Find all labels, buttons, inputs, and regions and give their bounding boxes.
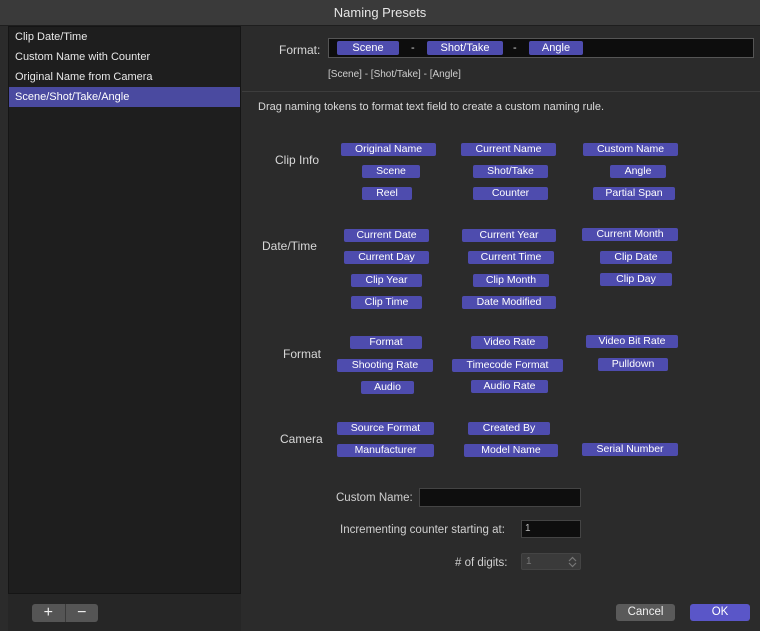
custom-name-field[interactable] xyxy=(419,488,581,507)
token-clip-date[interactable]: Clip Date xyxy=(600,251,672,264)
add-preset-button[interactable]: + xyxy=(32,604,65,622)
preset-list[interactable]: Clip Date/Time Custom Name with Counter … xyxy=(8,26,241,594)
counter-start-field[interactable]: 1 xyxy=(521,520,581,538)
token-manufacturer[interactable]: Manufacturer xyxy=(337,444,434,457)
format-token-scene[interactable]: Scene xyxy=(337,41,399,55)
token-clip-year[interactable]: Clip Year xyxy=(351,274,422,287)
token-counter[interactable]: Counter xyxy=(473,187,548,200)
token-timecode-format[interactable]: Timecode Format xyxy=(452,359,563,372)
preset-item-scene-shot-take-angle[interactable]: Scene/Shot/Take/Angle xyxy=(9,87,240,107)
format-token-shot-take[interactable]: Shot/Take xyxy=(427,41,503,55)
token-serial-number[interactable]: Serial Number xyxy=(582,443,678,456)
window-title: Naming Presets xyxy=(0,0,760,26)
add-remove-control: + − xyxy=(32,604,98,622)
cancel-button[interactable]: Cancel xyxy=(616,604,675,621)
preset-editor: Format: Scene - Shot/Take - Angle [Scene… xyxy=(242,26,760,631)
token-video-rate[interactable]: Video Rate xyxy=(471,336,548,349)
token-shot-take[interactable]: Shot/Take xyxy=(473,165,548,178)
preset-item-clip-date-time[interactable]: Clip Date/Time xyxy=(9,27,240,47)
format-separator: - xyxy=(411,42,415,54)
ok-button[interactable]: OK xyxy=(690,604,750,621)
token-date-modified[interactable]: Date Modified xyxy=(462,296,556,309)
instructions-text: Drag naming tokens to format text field … xyxy=(258,101,605,113)
token-source-format[interactable]: Source Format xyxy=(337,422,434,435)
counter-start-label: Incrementing counter starting at: xyxy=(340,524,505,536)
digits-label: # of digits: xyxy=(455,557,508,569)
format-preview: [Scene] - [Shot/Take] - [Angle] xyxy=(328,69,461,80)
format-field[interactable]: Scene - Shot/Take - Angle xyxy=(328,38,754,58)
token-current-year[interactable]: Current Year xyxy=(462,229,556,242)
token-current-month[interactable]: Current Month xyxy=(582,228,678,241)
format-label: Format: xyxy=(279,43,321,57)
token-original-name[interactable]: Original Name xyxy=(341,143,436,156)
token-shooting-rate[interactable]: Shooting Rate xyxy=(337,359,433,372)
group-label-camera: Camera xyxy=(280,432,323,446)
digits-stepper[interactable]: 1 xyxy=(521,553,581,570)
preset-item-custom-name-counter[interactable]: Custom Name with Counter xyxy=(9,47,240,67)
token-reel[interactable]: Reel xyxy=(362,187,412,200)
custom-name-label: Custom Name: xyxy=(336,492,413,504)
token-pulldown[interactable]: Pulldown xyxy=(598,358,668,371)
group-label-format: Format xyxy=(283,347,322,361)
token-angle[interactable]: Angle xyxy=(610,165,666,178)
token-clip-time[interactable]: Clip Time xyxy=(351,296,422,309)
remove-preset-button[interactable]: − xyxy=(64,604,99,622)
digits-value: 1 xyxy=(526,556,532,567)
divider xyxy=(242,91,760,92)
token-current-time[interactable]: Current Time xyxy=(468,251,554,264)
preset-list-footer: + − xyxy=(8,594,241,631)
group-label-clip-info: Clip Info xyxy=(275,153,320,167)
token-format[interactable]: Format xyxy=(350,336,422,349)
token-created-by[interactable]: Created By xyxy=(468,422,550,435)
token-current-day[interactable]: Current Day xyxy=(344,251,429,264)
token-custom-name[interactable]: Custom Name xyxy=(583,143,678,156)
token-video-bit-rate[interactable]: Video Bit Rate xyxy=(586,335,678,348)
token-current-name[interactable]: Current Name xyxy=(461,143,556,156)
token-current-date[interactable]: Current Date xyxy=(344,229,429,242)
group-label-date-time: Date/Time xyxy=(262,239,317,253)
token-partial-span[interactable]: Partial Span xyxy=(593,187,675,200)
token-clip-day[interactable]: Clip Day xyxy=(600,273,672,286)
format-separator: - xyxy=(513,42,517,54)
token-scene[interactable]: Scene xyxy=(362,165,420,178)
stepper-arrows-icon[interactable] xyxy=(568,556,577,568)
preset-item-original-name[interactable]: Original Name from Camera xyxy=(9,67,240,87)
token-clip-month[interactable]: Clip Month xyxy=(473,274,549,287)
format-token-angle[interactable]: Angle xyxy=(529,41,583,55)
token-audio[interactable]: Audio xyxy=(361,381,414,394)
token-model-name[interactable]: Model Name xyxy=(464,444,558,457)
token-audio-rate[interactable]: Audio Rate xyxy=(471,380,548,393)
